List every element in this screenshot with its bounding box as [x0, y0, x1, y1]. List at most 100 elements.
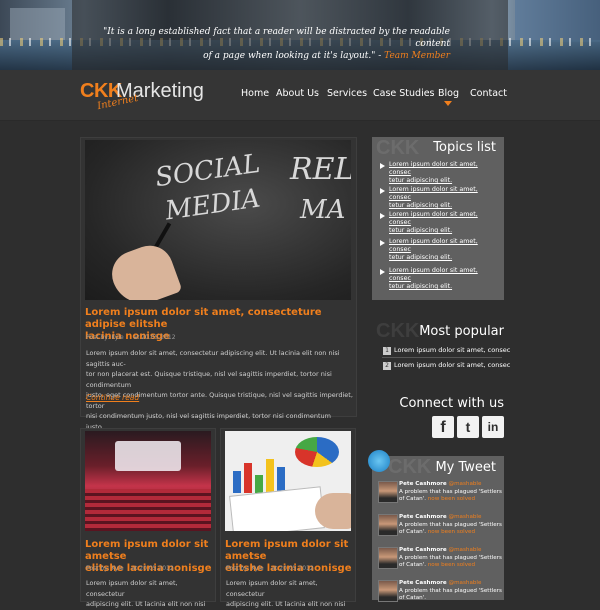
- topic-line-2: tetur adipiscing elit.: [389, 202, 453, 209]
- nav-about-us[interactable]: About Us: [276, 88, 319, 99]
- tweet-item: Pete Cashmore @mashable A problem that h…: [399, 580, 503, 603]
- bullet-arrow-icon: [380, 163, 385, 169]
- bullet-arrow-icon: [380, 213, 385, 219]
- tweet-link[interactable]: now been solved: [428, 496, 475, 502]
- tweet-text-line-1: A problem that has plagued 'Settlers: [399, 521, 502, 528]
- avatar[interactable]: [378, 547, 398, 569]
- avatar[interactable]: [378, 580, 398, 602]
- hand-shape: [315, 493, 351, 529]
- nav-contact[interactable]: Contact: [470, 88, 507, 99]
- excerpt-line: Lorem ipsum dolor sit amet, consectetur: [86, 579, 178, 598]
- tweet-item: Pete Cashmore @mashable A problem that h…: [399, 547, 503, 570]
- theater-post-image[interactable]: [85, 431, 211, 531]
- most-popular-heading: Most popular: [419, 324, 504, 339]
- title-line-1: Lorem ipsum dolor sit ametse: [225, 539, 349, 562]
- topic-line-2: tetur adipiscing elit.: [389, 227, 453, 234]
- nav-case-studies[interactable]: Case Studies: [373, 88, 435, 99]
- quote-line-1: "It is a long established fact that a re…: [103, 27, 450, 49]
- quote-line-2: of a page when looking at it's layout." …: [203, 51, 385, 61]
- post-excerpt: Lorem ipsum dolor sit amet, consectetur …: [226, 578, 354, 610]
- nav-blog[interactable]: Blog: [438, 88, 459, 99]
- tweet-link[interactable]: now been solved: [428, 562, 475, 568]
- tweet-handle[interactable]: @mashable: [449, 580, 482, 586]
- excerpt-line: Lorem ipsum dolor sit amet, consectetur: [226, 579, 318, 598]
- bullet-arrow-icon: [380, 269, 385, 275]
- popular-link[interactable]: Lorem ipsum dolor sit amet, consec: [394, 361, 510, 369]
- post-date: at 20.05.2012: [133, 334, 176, 341]
- topic-link[interactable]: Lorem ipsum dolor sit amet, consec tetur …: [389, 211, 501, 235]
- site-logo[interactable]: CKK Marketing Internet: [78, 78, 204, 112]
- tweet-handle[interactable]: @mashable: [449, 547, 482, 553]
- tweet-user[interactable]: Pete Cashmore: [399, 580, 447, 586]
- featured-post-excerpt: Lorem ipsum dolor sit amet, consectetur …: [86, 348, 354, 432]
- topic-line-1: Lorem ipsum dolor sit amet, consec: [389, 211, 478, 226]
- tweet-link[interactable]: now been solved: [428, 529, 475, 535]
- facebook-icon[interactable]: f: [432, 416, 454, 438]
- building-shape: [10, 8, 65, 40]
- tweet-user[interactable]: Pete Cashmore: [399, 547, 447, 553]
- tweet-user[interactable]: Pete Cashmore: [399, 481, 447, 487]
- tweet-item: Pete Cashmore @mashable A problem that h…: [399, 514, 503, 537]
- quote-author: Team Member: [384, 51, 450, 61]
- banner-quote: "It is a long established fact that a re…: [80, 26, 450, 62]
- paper-shape: [229, 486, 325, 531]
- topic-line-2: tetur adipiscing elit.: [389, 177, 453, 184]
- business-charts-post-image[interactable]: [225, 431, 351, 531]
- chart-bar-shape: [233, 471, 241, 493]
- nav-services[interactable]: Services: [327, 88, 367, 99]
- chart-bar-shape: [266, 459, 274, 493]
- active-nav-indicator-icon: [444, 101, 452, 106]
- tweet-text-line-2: of Catan'.: [399, 529, 428, 535]
- seats-shape: [85, 489, 211, 531]
- topic-link[interactable]: Lorem ipsum dolor sit amet, consec tetur …: [389, 267, 501, 291]
- building-shape: [515, 0, 600, 42]
- topic-link[interactable]: Lorem ipsum dolor sit amet, consec tetur …: [389, 186, 501, 210]
- linkedin-icon[interactable]: in: [482, 416, 504, 438]
- topic-line-1: Lorem ipsum dolor sit amet, consec: [389, 186, 478, 201]
- topic-line-1: Lorem ipsum dolor sit amet, consec: [389, 161, 478, 176]
- twitter-icon[interactable]: t: [457, 416, 479, 438]
- continue-read-link[interactable]: Continue read: [86, 393, 139, 402]
- chart-bar-shape: [255, 475, 263, 493]
- title-line-1: Lorem ipsum dolor sit ametse: [85, 539, 209, 562]
- my-tweet-heading: My Tweet: [435, 460, 496, 475]
- topic-line-2: tetur adipiscing elit.: [389, 283, 453, 290]
- connect-heading: Connect with us: [399, 396, 504, 411]
- tweet-handle[interactable]: @mashable: [449, 514, 482, 520]
- topic-link[interactable]: Lorem ipsum dolor sit amet, consec tetur …: [389, 238, 501, 262]
- post-author: Post by: Kyle: [226, 565, 264, 572]
- excerpt-line: Lorem ipsum dolor sit amet, consectetur …: [86, 349, 340, 368]
- excerpt-line: tor non placerat est. Quisque tristique,…: [86, 370, 332, 389]
- post-meta: Post by: Kyle at 20.05.2012: [86, 334, 176, 341]
- tweet-text-line-1: A problem that has plagued 'Settlers: [399, 587, 502, 594]
- stage-shape: [115, 441, 181, 471]
- tweet-text-line-2: of Catan'.: [399, 595, 426, 601]
- tweet-handle[interactable]: @mashable: [449, 481, 482, 487]
- chalk-word: REL: [290, 152, 351, 187]
- tweet-text-line-1: A problem that has plagued 'Settlers: [399, 554, 502, 561]
- topic-line-1: Lorem ipsum dolor sit amet, consec: [389, 238, 478, 253]
- rank-number: 1: [383, 347, 391, 355]
- bullet-arrow-icon: [380, 240, 385, 246]
- post-meta: Post by: Kyle at 20.05.2012: [226, 565, 314, 572]
- hand-shape: [105, 239, 183, 300]
- featured-post-image[interactable]: SOCIAL MEDIA REL MA: [85, 140, 351, 300]
- post-date: at 20.05.2012: [131, 565, 174, 572]
- avatar[interactable]: [378, 514, 398, 536]
- topic-line-2: tetur adipiscing elit.: [389, 254, 453, 261]
- tweet-text-line-2: of Catan'.: [399, 496, 428, 502]
- chart-bar-shape: [244, 463, 252, 493]
- tweet-text-line-2: of Catan'.: [399, 562, 428, 568]
- popular-link[interactable]: Lorem ipsum dolor sit amet, consec: [394, 346, 510, 354]
- chalk-word: MA: [300, 195, 346, 225]
- topic-link[interactable]: Lorem ipsum dolor sit amet, consec tetur …: [389, 161, 501, 185]
- avatar[interactable]: [378, 481, 398, 503]
- title-line-1: Lorem ipsum dolor sit amet, consecteture…: [85, 307, 322, 330]
- tweet-user[interactable]: Pete Cashmore: [399, 514, 447, 520]
- nav-home[interactable]: Home: [241, 88, 269, 99]
- post-author: Post by: Kyle: [86, 334, 124, 341]
- pie-chart-shape: [295, 437, 339, 467]
- topic-line-1: Lorem ipsum dolor sit amet, consec: [389, 267, 478, 282]
- divider: [382, 357, 502, 358]
- post-excerpt: Lorem ipsum dolor sit amet, consectetur …: [86, 578, 214, 610]
